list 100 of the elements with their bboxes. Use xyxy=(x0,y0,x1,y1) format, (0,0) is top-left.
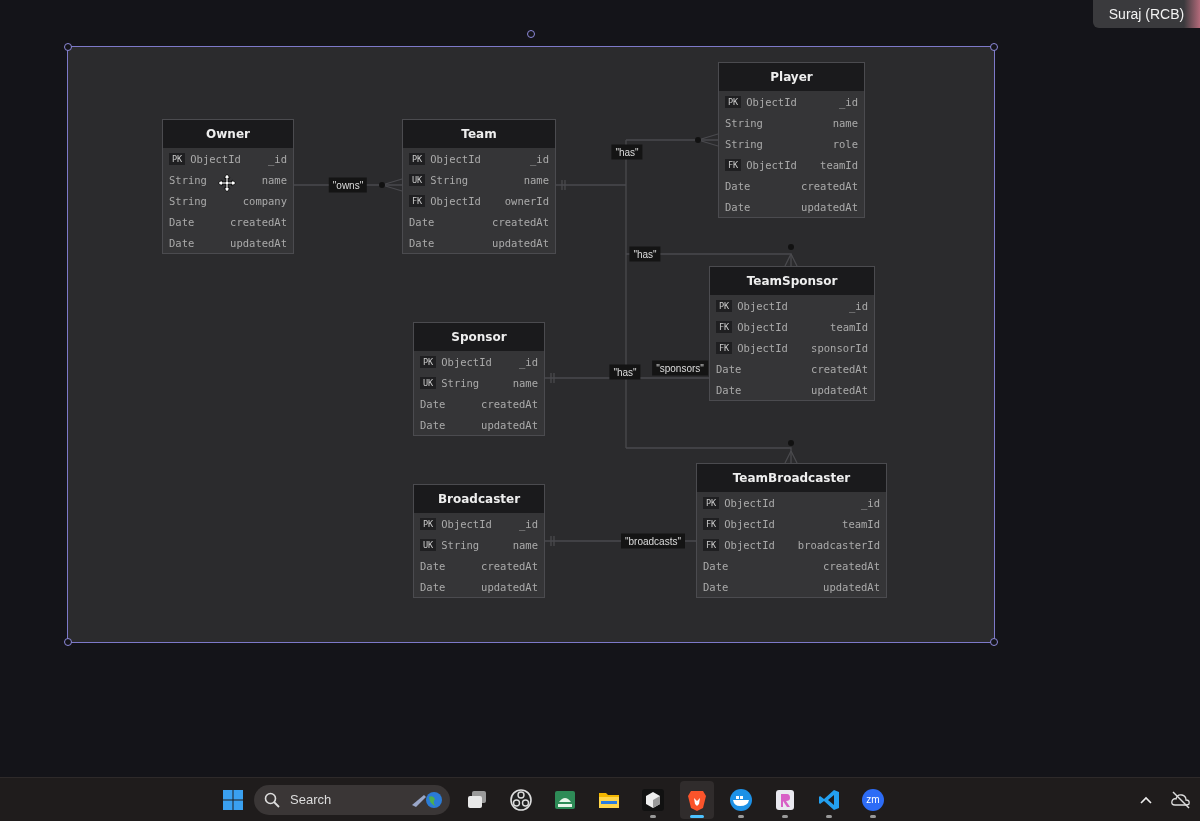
code-editor-icon xyxy=(817,787,841,812)
entity-table[interactable]: TeamBroadcaster PK ObjectId _id FK ObjectId teamId FK ObjectId broadcasterId Date createdAt Date updatedAt xyxy=(696,463,887,598)
entity-table[interactable]: Team PK ObjectId _id UK String name FK ObjectId ownerId Date createdAt Date updatedAt xyxy=(402,119,556,254)
field-type: ObjectId xyxy=(190,152,241,165)
field-name: updatedAt xyxy=(230,236,287,249)
field-type: Date xyxy=(169,236,195,249)
field-name: updatedAt xyxy=(811,383,868,396)
field-name: updatedAt xyxy=(492,236,549,249)
field-name: _id xyxy=(861,496,880,509)
key-badge: PK xyxy=(703,496,720,509)
table-title: Sponsor xyxy=(414,323,544,351)
field-type: Date xyxy=(716,383,742,396)
field-type: Date xyxy=(420,397,446,410)
field-name: teamId xyxy=(830,320,868,333)
entity-table[interactable]: Owner PK ObjectId _id String name String company Date createdAt Date updatedAt xyxy=(162,119,294,254)
taskbar-app[interactable] xyxy=(680,780,714,819)
rotate-handle[interactable] xyxy=(527,30,535,38)
field-type: ObjectId xyxy=(724,538,775,551)
entity-table[interactable]: Broadcaster PK ObjectId _id UK String name Date createdAt Date updatedAt xyxy=(413,484,545,598)
field-name: updatedAt xyxy=(481,580,538,593)
field-name: updatedAt xyxy=(823,580,880,593)
key-badge: PK xyxy=(420,355,437,368)
circle-record-icon xyxy=(509,787,533,812)
table-title: Owner xyxy=(163,120,293,148)
table-title: TeamSponsor xyxy=(710,267,874,295)
field-name: teamId xyxy=(842,517,880,530)
key-badge: PK xyxy=(169,152,186,165)
field-type: String xyxy=(169,173,207,186)
field-type: Date xyxy=(409,215,435,228)
key-badge: UK xyxy=(409,173,426,186)
crossed-cloud-icon[interactable] xyxy=(1170,789,1192,810)
taskbar-app[interactable]: zm xyxy=(856,780,890,819)
field-type: ObjectId xyxy=(724,517,775,530)
field-name: _id xyxy=(849,299,868,312)
field-type: String xyxy=(430,173,469,186)
key-badge: FK xyxy=(716,320,733,333)
relation-label: "has" xyxy=(629,246,661,262)
table-title: Player xyxy=(719,63,864,91)
field-name: createdAt xyxy=(823,559,880,572)
field-name: updatedAt xyxy=(481,418,538,431)
entity-table[interactable]: Sponsor PK ObjectId _id UK String name Date createdAt Date updatedAt xyxy=(413,322,545,436)
key-badge: FK xyxy=(716,341,733,354)
field-name: updatedAt xyxy=(801,200,858,213)
field-type: Date xyxy=(169,215,195,228)
relation-label: "owns" xyxy=(328,177,368,193)
field-type: Date xyxy=(409,236,435,249)
relation-label: "has" xyxy=(611,144,643,160)
entity-table[interactable]: Player PK ObjectId _id String name String role FK ObjectId teamId Date createdAt Date updatedAt xyxy=(718,62,865,218)
whale-icon xyxy=(729,787,753,812)
search-icon xyxy=(264,791,280,808)
search-field[interactable]: Search xyxy=(288,791,400,808)
field-type: ObjectId xyxy=(746,95,797,108)
field-name: role xyxy=(832,137,858,150)
field-name: _id xyxy=(530,152,549,165)
field-name: _id xyxy=(268,152,287,165)
move-cursor-icon xyxy=(217,173,237,193)
resize-handle[interactable] xyxy=(64,638,72,646)
key-badge: FK xyxy=(703,517,720,530)
field-type: Date xyxy=(716,362,742,375)
table-title: Team xyxy=(403,120,555,148)
field-type: String xyxy=(169,194,207,207)
cube-icon xyxy=(641,787,665,812)
field-type: ObjectId xyxy=(737,341,788,354)
field-type: Date xyxy=(420,418,446,431)
field-type: String xyxy=(441,538,480,551)
table-title: Broadcaster xyxy=(414,485,544,513)
field-name: name xyxy=(832,116,858,129)
key-badge: FK xyxy=(725,158,742,171)
field-type: Date xyxy=(703,580,729,593)
field-type: Date xyxy=(725,179,751,192)
field-name: _id xyxy=(839,95,858,108)
field-name: name xyxy=(512,538,538,551)
key-badge: FK xyxy=(703,538,720,551)
participant-name-tag: Suraj (RCB) xyxy=(1093,0,1200,28)
field-name: createdAt xyxy=(230,215,287,228)
resize-handle[interactable] xyxy=(64,43,72,51)
key-badge: PK xyxy=(409,152,426,165)
table-title: TeamBroadcaster xyxy=(697,464,886,492)
key-badge: UK xyxy=(420,538,437,551)
key-badge: PK xyxy=(716,299,733,312)
key-badge: PK xyxy=(420,517,437,530)
field-name: createdAt xyxy=(801,179,858,192)
field-name: createdAt xyxy=(492,215,549,228)
field-type: Date xyxy=(420,580,446,593)
field-type: ObjectId xyxy=(746,158,797,171)
entity-table[interactable]: TeamSponsor PK ObjectId _id FK ObjectId teamId FK ObjectId sponsorId Date createdAt Date updatedAt xyxy=(709,266,875,401)
windows-start-icon[interactable] xyxy=(222,788,244,811)
field-type: Date xyxy=(420,559,446,572)
field-type: ObjectId xyxy=(737,320,788,333)
field-name: createdAt xyxy=(481,397,538,410)
key-badge: UK xyxy=(420,376,437,389)
field-name: broadcasterId xyxy=(797,538,880,551)
resize-handle[interactable] xyxy=(990,638,998,646)
key-badge: FK xyxy=(409,194,426,207)
relation-label: "has" xyxy=(609,364,641,380)
field-name: createdAt xyxy=(481,559,538,572)
field-type: ObjectId xyxy=(430,194,481,207)
field-type: String xyxy=(725,137,763,150)
search-bar[interactable]: Search xyxy=(254,784,450,815)
resize-handle[interactable] xyxy=(990,43,998,51)
